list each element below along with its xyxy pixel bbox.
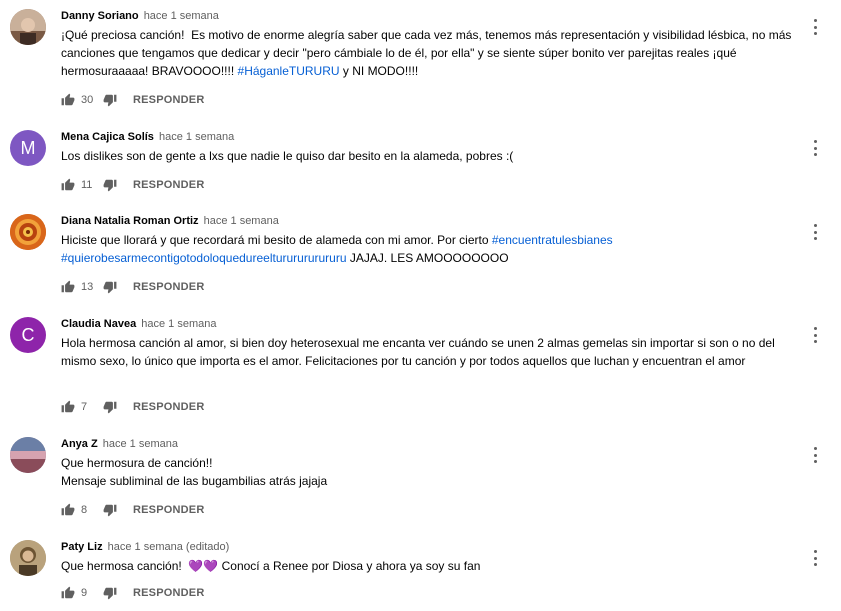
avatar-sunset-icon [10,437,46,473]
more-vert-icon[interactable] [808,325,822,345]
author-name[interactable]: Paty Liz [61,541,103,553]
like-count: 30 [81,94,94,106]
avatar[interactable] [10,540,46,576]
author-name[interactable]: Mena Cajica Solís [61,131,154,143]
comment-text-part: Los dislikes son de gente a lxs que nadi… [61,149,514,163]
comment-header: Diana Natalia Roman Ortiz hace 1 semana [61,214,279,228]
timestamp[interactable]: hace 1 semana [141,318,216,330]
thumb-up-icon[interactable] [61,93,75,107]
like-count: 13 [81,281,94,293]
like-count: 9 [81,587,88,599]
author-name[interactable]: Diana Natalia Roman Ortiz [61,215,199,227]
comment-actions: 9 RESPONDER [61,586,204,600]
author-name[interactable]: Danny Soriano [61,10,139,22]
comment-text-part: Hiciste que llorará y que recordará mi b… [61,233,492,247]
timestamp[interactable]: hace 1 semana [103,438,178,450]
avatar-photo-icon [10,9,46,45]
comment-text: Que hermosa canción! 💜💜 Conocí a Renee p… [61,557,801,575]
reply-button[interactable]: RESPONDER [133,179,204,191]
avatar[interactable] [10,437,46,473]
avatar-letter: C [21,324,35,345]
avatar-mandala-icon [10,214,46,250]
thumb-down-icon[interactable] [103,93,117,107]
comment-actions: 11 RESPONDER [61,178,204,192]
avatar-letter: M [20,137,36,158]
comment-text: ¡Qué preciosa canción! Es motivo de enor… [61,26,801,80]
comment-header: Anya Z hace 1 semana [61,437,178,451]
timestamp[interactable]: hace 1 semana [204,215,279,227]
comment-actions: 7 RESPONDER [61,400,204,414]
more-vert-icon[interactable] [808,548,822,568]
reply-button[interactable]: RESPONDER [133,504,204,516]
thumb-down-icon[interactable] [103,280,117,294]
comment-header: Claudia Navea hace 1 semana [61,317,216,331]
thumb-up-icon[interactable] [61,503,75,517]
thumb-up-icon[interactable] [61,400,75,414]
comment-actions: 13 RESPONDER [61,280,204,294]
thumb-down-icon[interactable] [103,178,117,192]
comment-text-part: Que hermosura de canción!! Mensaje subli… [61,456,328,488]
reply-button[interactable]: RESPONDER [133,94,204,106]
more-vert-icon[interactable] [808,445,822,465]
comment-text: Que hermosura de canción!! Mensaje subli… [61,454,801,490]
reply-button[interactable]: RESPONDER [133,587,204,599]
author-name[interactable]: Claudia Navea [61,318,136,330]
avatar[interactable]: C [10,317,46,353]
reply-button[interactable]: RESPONDER [133,281,204,293]
comment-text: Los dislikes son de gente a lxs que nadi… [61,147,801,165]
thumb-down-icon[interactable] [103,586,117,600]
timestamp[interactable]: hace 1 semana [144,10,219,22]
more-vert-icon[interactable] [808,222,822,242]
comment-actions: 30 RESPONDER [61,93,204,107]
thumb-down-icon[interactable] [103,400,117,414]
more-vert-icon[interactable] [808,17,822,37]
like-count: 8 [81,504,88,516]
hashtag-link[interactable]: #HáganleTURURU [238,64,340,78]
thumb-up-icon[interactable] [61,178,75,192]
comment-text-part: Que hermosa canción! 💜💜 Conocí a Renee p… [61,559,481,573]
avatar[interactable] [10,9,46,45]
timestamp[interactable]: hace 1 semana (editado) [108,541,230,553]
avatar[interactable]: M [10,130,46,166]
comment-text-part: Hola hermosa canción al amor, si bien do… [61,336,779,368]
like-count: 7 [81,401,88,413]
reply-button[interactable]: RESPONDER [133,401,204,413]
comment-header: Paty Liz hace 1 semana (editado) [61,540,229,554]
comment-text-part: ¡Qué preciosa canción! Es motivo de enor… [61,28,795,78]
thumb-down-icon[interactable] [103,503,117,517]
avatar[interactable] [10,214,46,250]
avatar-portrait-icon [10,540,46,576]
comment-header: Danny Soriano hace 1 semana [61,9,219,23]
timestamp[interactable]: hace 1 semana [159,131,234,143]
comment-header: Mena Cajica Solís hace 1 semana [61,130,234,144]
comment-text-part: JAJAJ. LES AMOOOOOOOO [346,251,509,265]
comment-text: Hiciste que llorará y que recordará mi b… [61,231,801,267]
author-name[interactable]: Anya Z [61,438,98,450]
thumb-up-icon[interactable] [61,586,75,600]
thumb-up-icon[interactable] [61,280,75,294]
like-count: 11 [81,179,93,191]
more-vert-icon[interactable] [808,138,822,158]
comment-actions: 8 RESPONDER [61,503,204,517]
comment-text-part: y NI MODO!!!! [339,64,419,78]
comment-text: Hola hermosa canción al amor, si bien do… [61,334,801,370]
